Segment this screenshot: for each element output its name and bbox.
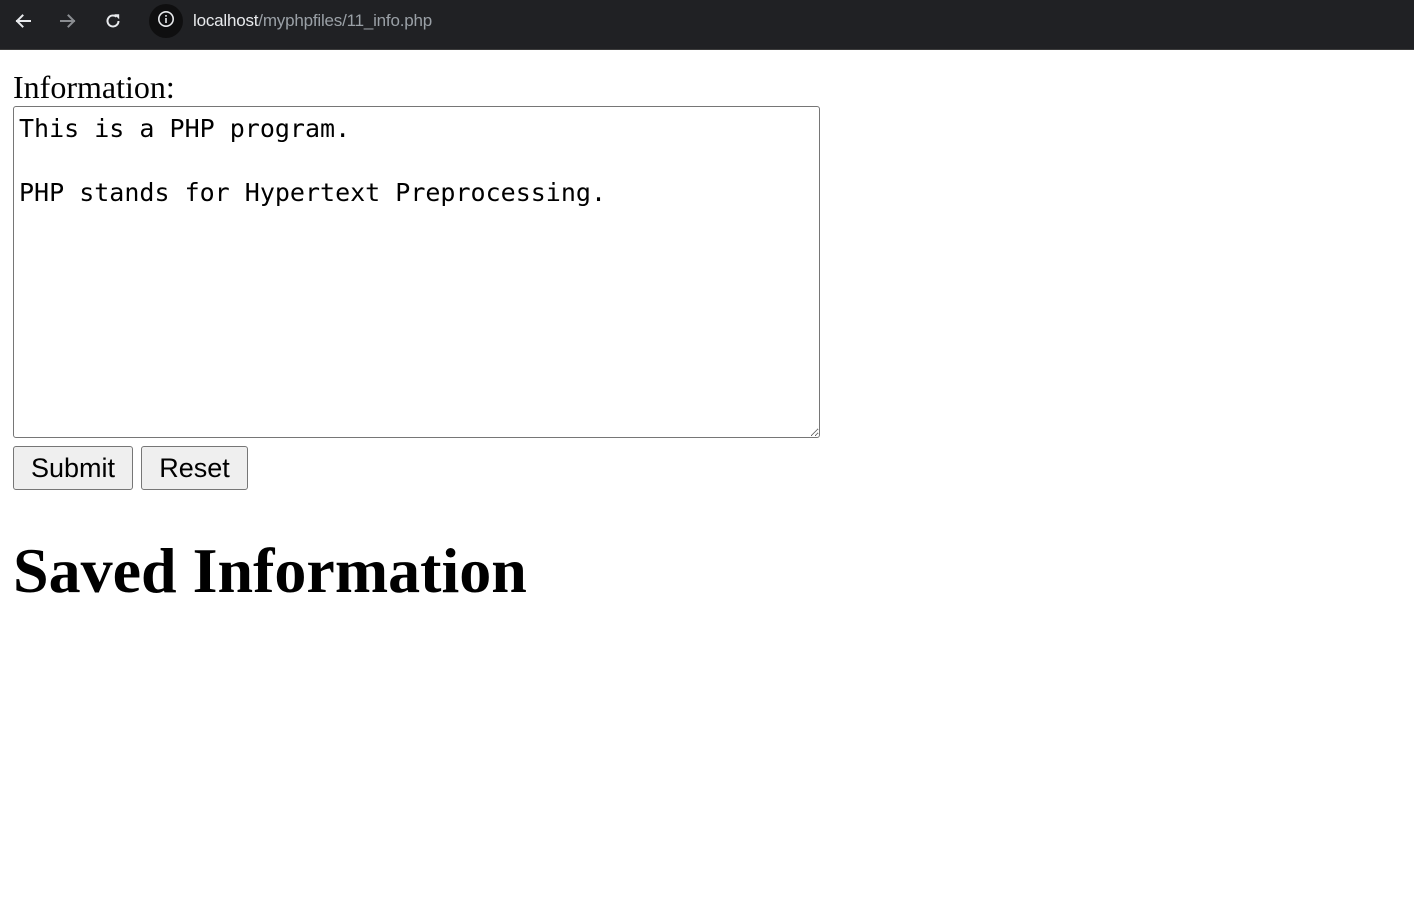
arrow-left-icon bbox=[13, 11, 33, 31]
info-circle-icon bbox=[157, 10, 175, 33]
reset-button[interactable]: Reset bbox=[141, 446, 248, 490]
page-content: Information: This is a PHP program. PHP … bbox=[0, 51, 1414, 923]
back-button[interactable] bbox=[6, 4, 40, 38]
site-info-button[interactable] bbox=[149, 4, 183, 38]
saved-information-heading: Saved Information bbox=[13, 535, 527, 606]
reload-icon bbox=[103, 11, 123, 31]
information-textarea[interactable]: This is a PHP program. PHP stands for Hy… bbox=[13, 106, 820, 438]
browser-toolbar: localhost/myphpfiles/11_info.php bbox=[0, 0, 1414, 50]
url-text[interactable]: localhost/myphpfiles/11_info.php bbox=[193, 11, 432, 31]
information-label: Information: bbox=[13, 69, 175, 105]
arrow-right-icon bbox=[58, 11, 78, 31]
address-bar[interactable]: localhost/myphpfiles/11_info.php bbox=[147, 4, 1414, 38]
url-host: localhost bbox=[193, 11, 259, 30]
url-path: /myphpfiles/11_info.php bbox=[258, 11, 432, 30]
submit-button[interactable]: Submit bbox=[13, 446, 133, 490]
reload-button[interactable] bbox=[96, 4, 130, 38]
forward-button[interactable] bbox=[51, 4, 85, 38]
